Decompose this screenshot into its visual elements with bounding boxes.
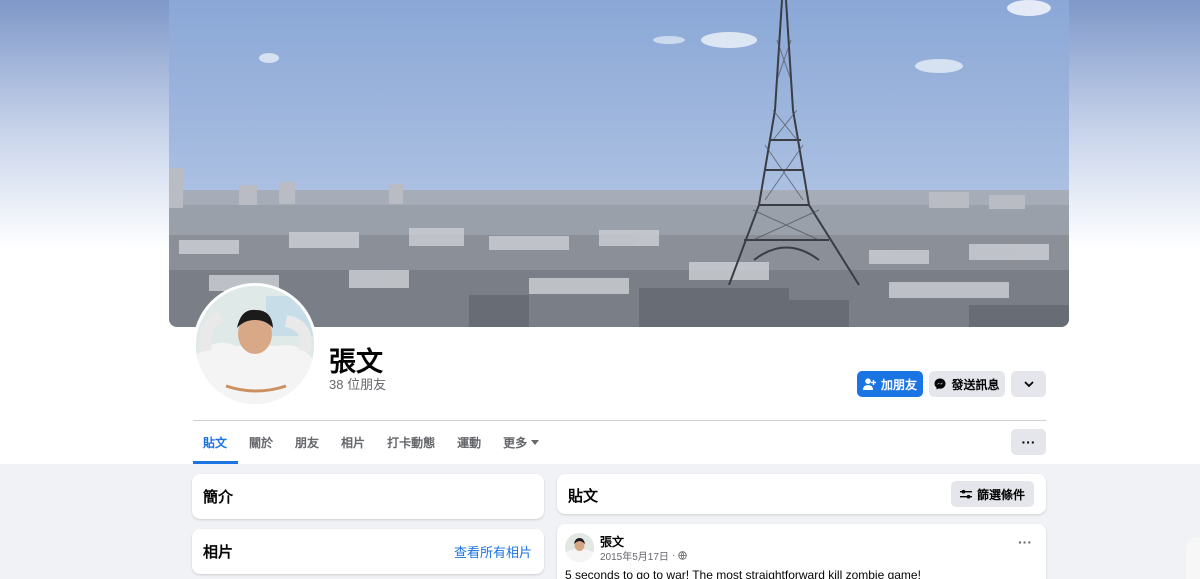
intro-title: 簡介 <box>203 489 234 506</box>
see-all-photos-link[interactable]: 查看所有相片 <box>454 542 532 561</box>
photos-title: 相片 <box>203 544 234 561</box>
post-date[interactable]: 2015年5月17日 <box>600 548 669 563</box>
post-options-button[interactable]: ··· <box>1018 534 1032 550</box>
avatar <box>196 286 314 404</box>
post-author-avatar[interactable] <box>565 533 594 562</box>
profile-tabs: 貼文 關於 朋友 相片 打卡動態 運動 更多 <box>193 421 550 464</box>
tab-label: 朋友 <box>295 436 320 450</box>
cover-photo-image <box>169 0 1069 327</box>
intro-card: 簡介 <box>192 474 544 519</box>
globe-icon <box>678 551 688 560</box>
avatar-photo <box>196 286 314 404</box>
filter-label: 篩選條件 <box>976 487 1025 502</box>
send-message-button[interactable]: 發送訊息 <box>929 371 1005 397</box>
filter-button[interactable]: 篩選條件 <box>950 481 1034 507</box>
tab-about[interactable]: 關於 <box>238 421 284 464</box>
tab-label: 貼文 <box>203 436 228 450</box>
add-friend-label: 加朋友 <box>880 377 917 392</box>
friends-count[interactable]: 38 位朋友 <box>329 374 386 393</box>
tab-label: 運動 <box>457 436 482 450</box>
dot-separator: · <box>671 550 676 561</box>
scrollbar[interactable] <box>1186 538 1200 579</box>
posts-header-card: 貼文 篩選條件 <box>557 474 1046 514</box>
post-card: 張文 2015年5月17日 · ··· 5 seconds to go to w… <box>557 524 1046 579</box>
chevron-down-icon <box>1023 381 1034 387</box>
profile-more-button[interactable] <box>1011 371 1046 397</box>
cover-photo[interactable] <box>169 0 1069 327</box>
tab-label: 關於 <box>249 436 274 450</box>
tab-photos[interactable]: 相片 <box>330 421 376 464</box>
post-author-avatar-image <box>565 533 594 562</box>
tab-label: 打卡動態 <box>387 436 436 450</box>
post-meta: 2015年5月17日 · <box>600 548 688 563</box>
tab-friends[interactable]: 朋友 <box>284 421 330 464</box>
posts-title: 貼文 <box>568 488 599 505</box>
tab-label: 更多 <box>503 436 528 450</box>
add-friend-button[interactable]: 加朋友 <box>857 371 923 397</box>
profile-avatar[interactable] <box>193 283 317 407</box>
tab-check-ins[interactable]: 打卡動態 <box>376 421 446 464</box>
tab-label: 相片 <box>341 436 366 450</box>
caret-down-icon <box>531 440 540 445</box>
photos-card: 相片 查看所有相片 <box>192 529 544 574</box>
tab-sports[interactable]: 運動 <box>446 421 492 464</box>
tab-posts[interactable]: 貼文 <box>193 421 239 464</box>
post-text: 5 seconds to go to war! The most straigh… <box>565 568 921 579</box>
tabs-options-button[interactable]: ··· <box>1011 429 1046 455</box>
filter-icon <box>959 489 972 499</box>
send-message-label: 發送訊息 <box>951 377 1000 392</box>
more-options-icon: ··· <box>1018 534 1032 550</box>
tab-more[interactable]: 更多 <box>492 421 550 464</box>
messenger-icon <box>934 378 946 390</box>
add-friend-icon <box>862 378 876 390</box>
more-options-icon: ··· <box>1021 434 1036 450</box>
